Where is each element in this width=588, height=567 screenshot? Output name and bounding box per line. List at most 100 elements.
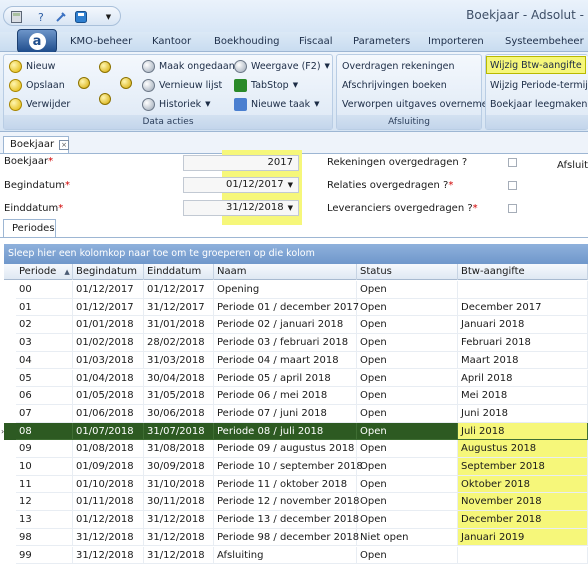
nav-first-icon[interactable] [78, 77, 90, 89]
cell-einddatum[interactable]: 31/12/2018 [144, 528, 214, 547]
einddatum-date-picker[interactable]: 31/12/2018 ▼ [183, 200, 299, 216]
table-row[interactable]: 03 01/02/2018 28/02/2018 Periode 03 / febru… [4, 334, 588, 352]
cell-naam[interactable]: Periode 09 / augustus 2018 [214, 440, 357, 458]
cell-status[interactable]: Open [357, 334, 458, 352]
cell-begindatum[interactable]: 01/09/2018 [73, 458, 144, 476]
cell-begindatum[interactable]: 01/04/2018 [73, 369, 144, 388]
cell-einddatum[interactable]: 31/12/2018 [144, 546, 214, 565]
cell-naam[interactable]: Periode 13 / december 2018 [214, 511, 359, 529]
column-header-begindatum[interactable]: Begindatum [73, 264, 144, 280]
table-row[interactable]: 11 01/10/2018 31/10/2018 Periode 11 / oktob… [4, 475, 588, 494]
group-by-panel[interactable]: Sleep hier een kolomkop naar toe om te g… [4, 244, 588, 264]
menu-kantoor[interactable]: Kantoor [152, 36, 191, 47]
cell-einddatum[interactable]: 31/01/2018 [144, 316, 214, 335]
cell-einddatum[interactable]: 28/02/2018 [144, 334, 214, 352]
cell-einddatum[interactable]: 31/12/2017 [144, 298, 214, 317]
relaties-overgedragen-checkbox[interactable] [508, 181, 517, 190]
cell-begindatum[interactable]: 31/12/2018 [73, 546, 144, 565]
cell-naam[interactable]: Periode 02 / januari 2018 [214, 316, 357, 335]
chevron-down-icon[interactable]: ▼ [288, 204, 293, 212]
cell-einddatum[interactable]: 30/11/2018 [144, 493, 214, 512]
cell-btw-aangifte[interactable]: Mei 2018 [458, 387, 588, 405]
afschrijvingen-boeken-button[interactable]: Afschrijvingen boeken [342, 77, 447, 93]
cell-begindatum[interactable]: 01/03/2018 [73, 351, 144, 370]
cell-periode[interactable]: 07 [16, 404, 73, 423]
cell-status[interactable]: Open [357, 387, 458, 405]
cell-periode[interactable]: 12 [16, 493, 73, 512]
app-menu-button[interactable]: a [17, 29, 57, 53]
cell-naam[interactable]: Periode 06 / mei 2018 [214, 387, 357, 405]
cell-btw-aangifte[interactable]: Februari 2018 [458, 334, 588, 352]
table-row[interactable]: 06 01/05/2018 31/05/2018 Periode 06 / mei 2… [4, 387, 588, 405]
cell-periode[interactable]: 04 [16, 351, 73, 370]
menu-parameters[interactable]: Parameters [353, 36, 410, 47]
historiek-button[interactable]: Historiek ▼ [142, 96, 211, 112]
cell-btw-aangifte[interactable]: Juni 2018 [458, 404, 588, 423]
cell-status[interactable]: Open [357, 440, 458, 458]
cell-periode[interactable]: 13 [16, 511, 73, 529]
weergave-button[interactable]: Weergave (F2) ▼ [234, 58, 330, 74]
table-row[interactable]: 99 31/12/2018 31/12/2018 Afsluiting Open [4, 546, 588, 565]
cell-begindatum[interactable]: 01/01/2018 [73, 316, 144, 335]
menu-kmo-beheer[interactable]: KMO-beheer [70, 36, 132, 47]
menu-importeren[interactable]: Importeren [428, 36, 484, 47]
cell-einddatum[interactable]: 30/06/2018 [144, 404, 214, 423]
cell-naam[interactable]: Periode 01 / december 2017 [214, 298, 359, 317]
nieuw-button[interactable]: Nieuw [9, 58, 55, 74]
cell-begindatum[interactable]: 01/02/2018 [73, 334, 144, 352]
column-header-status[interactable]: Status [357, 264, 458, 280]
cell-btw-aangifte[interactable]: Januari 2018 [458, 316, 588, 335]
cell-btw-aangifte[interactable] [458, 281, 588, 299]
cell-naam[interactable]: Periode 07 / juni 2018 [214, 404, 357, 423]
cell-periode[interactable]: 02 [16, 316, 73, 335]
column-header-btw-aangifte[interactable]: Btw-aangifte [458, 264, 588, 280]
cell-status[interactable]: Niet open [357, 528, 458, 547]
close-icon[interactable]: × [59, 140, 69, 150]
cell-periode[interactable]: 08 [16, 422, 73, 441]
cell-naam[interactable]: Periode 03 / februari 2018 [214, 334, 357, 352]
cell-periode[interactable]: 99 [16, 546, 73, 565]
nav-down-icon[interactable] [99, 93, 111, 105]
table-row[interactable]: 02 01/01/2018 31/01/2018 Periode 02 / janua… [4, 316, 588, 335]
verwijder-button[interactable]: Verwijder [9, 96, 70, 112]
cell-begindatum[interactable]: 01/10/2018 [73, 475, 144, 494]
cell-status[interactable]: Open [357, 493, 458, 512]
boekjaar-leegmaken-button[interactable]: Boekjaar leegmaken [490, 96, 587, 112]
boekjaar-field[interactable]: 2017 [183, 155, 299, 171]
cell-btw-aangifte[interactable]: September 2018 [458, 458, 588, 476]
cell-btw-aangifte[interactable]: December 2017 [458, 298, 588, 317]
maak-ongedaan-button[interactable]: Maak ongedaan [142, 58, 235, 74]
cell-status[interactable]: Open [357, 422, 458, 441]
table-row[interactable]: 00 01/12/2017 01/12/2017 Opening Open [4, 281, 588, 299]
cell-periode[interactable]: 05 [16, 369, 73, 388]
cell-btw-aangifte[interactable]: Oktober 2018 [458, 475, 588, 494]
table-row[interactable]: 07 01/06/2018 30/06/2018 Periode 07 / juni … [4, 404, 588, 423]
cell-einddatum[interactable]: 31/07/2018 [144, 422, 214, 441]
wijzig-btw-aangifte-button[interactable]: Wijzig Btw-aangifte [486, 56, 586, 74]
cell-naam[interactable]: Opening [214, 281, 357, 299]
cell-einddatum[interactable]: 31/12/2018 [144, 511, 214, 529]
table-row[interactable]: 09 01/08/2018 31/08/2018 Periode 09 / augus… [4, 440, 588, 458]
cell-periode[interactable]: 11 [16, 475, 73, 494]
cell-btw-aangifte[interactable]: November 2018 [458, 493, 588, 512]
cell-begindatum[interactable]: 01/05/2018 [73, 387, 144, 405]
cell-naam[interactable]: Periode 05 / april 2018 [214, 369, 357, 388]
cell-periode[interactable]: 03 [16, 334, 73, 352]
cell-status[interactable]: Open [357, 458, 458, 476]
cell-einddatum[interactable]: 31/05/2018 [144, 387, 214, 405]
column-header-periode[interactable]: Periode ▲ [16, 264, 73, 280]
chevron-down-icon[interactable]: ▼ [102, 10, 115, 23]
chevron-down-icon[interactable]: ▼ [288, 181, 293, 189]
wijzig-periode-termijn-button[interactable]: Wijzig Periode-termijn [490, 77, 588, 93]
rekeningen-overgedragen-checkbox[interactable] [508, 158, 517, 167]
cell-status[interactable]: Open [357, 298, 458, 317]
help-icon[interactable]: ? [35, 10, 48, 23]
cell-btw-aangifte[interactable] [458, 546, 588, 565]
table-row[interactable]: 05 01/04/2018 30/04/2018 Periode 05 / april… [4, 369, 588, 388]
cell-einddatum[interactable]: 31/03/2018 [144, 351, 214, 370]
cell-periode[interactable]: 09 [16, 440, 73, 458]
cell-begindatum[interactable]: 01/07/2018 [73, 422, 144, 441]
nav-up-icon[interactable] [99, 61, 111, 73]
menu-boekhouding[interactable]: Boekhouding [214, 36, 280, 47]
tools-icon[interactable] [54, 10, 67, 23]
